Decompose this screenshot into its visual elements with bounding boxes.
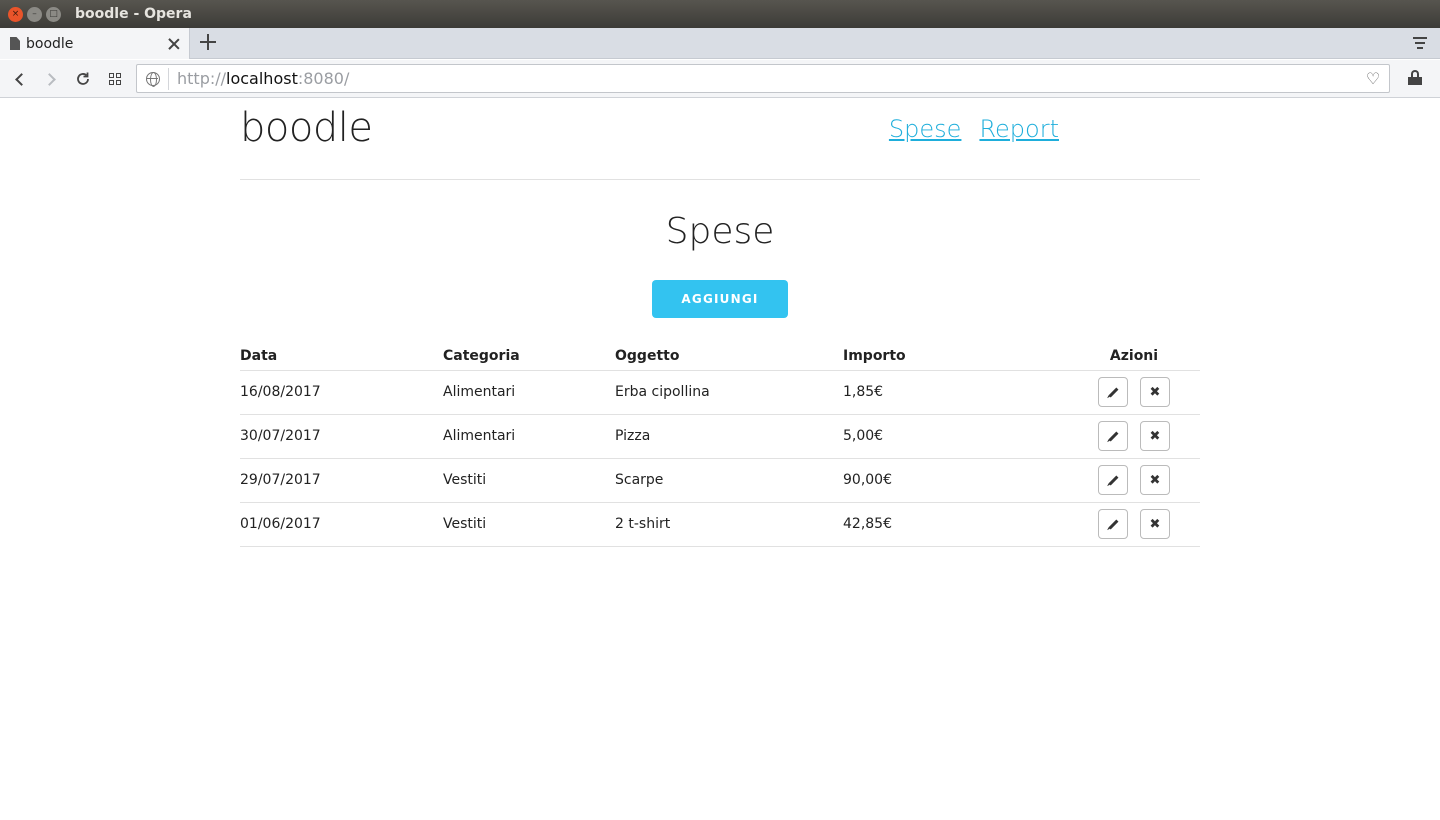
table-row: 01/06/2017 Vestiti 2 t-shirt 42,85€ ✖ [240, 502, 1200, 547]
cell-date: 29/07/2017 [240, 458, 443, 503]
cell-actions: ✖ [1068, 414, 1200, 459]
cell-amount: 1,85€ [843, 370, 1068, 415]
cell-category: Alimentari [443, 414, 615, 459]
column-header-oggetto: Oggetto [615, 342, 843, 371]
table-row: 16/08/2017 Alimentari Erba cipollina 1,8… [240, 370, 1200, 415]
new-tab-icon[interactable] [200, 34, 216, 50]
cell-category: Vestiti [443, 458, 615, 503]
delete-button[interactable]: ✖ [1140, 509, 1170, 539]
minimize-icon: – [32, 8, 37, 19]
edit-button[interactable] [1098, 377, 1128, 407]
tab-close-icon[interactable] [167, 37, 181, 51]
close-icon: × [11, 8, 20, 19]
speed-dial-icon[interactable] [106, 70, 124, 88]
window-controls: × – □ [8, 6, 61, 22]
url-host: localhost [226, 69, 298, 88]
cell-category: Vestiti [443, 502, 615, 547]
document-icon [10, 37, 20, 50]
column-header-azioni: Azioni [1068, 342, 1200, 371]
tab-menu-icon[interactable] [1413, 37, 1427, 49]
url-text[interactable]: http://localhost:8080/ [177, 69, 349, 88]
close-icon: ✖ [1149, 516, 1161, 532]
cell-date: 16/08/2017 [240, 370, 443, 415]
globe-icon [146, 71, 160, 87]
nav-link-report[interactable]: Report [979, 115, 1059, 143]
maximize-icon: □ [49, 8, 58, 19]
cell-amount: 90,00€ [843, 458, 1068, 503]
cell-amount: 42,85€ [843, 502, 1068, 547]
column-header-data: Data [240, 342, 443, 371]
url-port: :8080/ [297, 69, 350, 88]
cell-item: Pizza [615, 414, 843, 459]
page-title: Spese [665, 211, 775, 252]
navigation-bar: http://localhost:8080/ ♡ [0, 60, 1440, 98]
reload-icon[interactable] [74, 70, 92, 88]
cell-item: Scarpe [615, 458, 843, 503]
edit-button[interactable] [1098, 465, 1128, 495]
vpn-lock-icon[interactable] [1408, 70, 1422, 86]
table-header-row: Data Categoria Oggetto Importo Azioni [240, 342, 1200, 371]
brand-logo[interactable]: boodle [240, 105, 373, 151]
close-icon: ✖ [1149, 428, 1161, 444]
window-close-button[interactable]: × [8, 6, 23, 22]
browser-tab[interactable]: boodle [0, 28, 190, 59]
cell-date: 30/07/2017 [240, 414, 443, 459]
delete-button[interactable]: ✖ [1140, 465, 1170, 495]
expenses-table: Data Categoria Oggetto Importo Azioni 16… [240, 342, 1200, 547]
header-divider [240, 179, 1200, 180]
edit-button[interactable] [1098, 509, 1128, 539]
pencil-icon [1108, 519, 1118, 529]
delete-button[interactable]: ✖ [1140, 377, 1170, 407]
window-minimize-button[interactable]: – [27, 6, 42, 22]
cell-item: Erba cipollina [615, 370, 843, 415]
window-maximize-button[interactable]: □ [46, 6, 61, 22]
url-scheme: http:// [177, 69, 227, 88]
add-expense-button[interactable]: AGGIUNGI [652, 280, 788, 318]
cell-date: 01/06/2017 [240, 502, 443, 547]
column-header-categoria: Categoria [443, 342, 615, 371]
pencil-icon [1108, 387, 1118, 397]
forward-icon[interactable] [42, 70, 60, 88]
window-title: boodle - Opera [75, 6, 192, 22]
bookmark-heart-icon[interactable]: ♡ [1365, 71, 1381, 87]
delete-button[interactable]: ✖ [1140, 421, 1170, 451]
cell-actions: ✖ [1068, 458, 1200, 503]
tab-title: boodle [26, 35, 74, 52]
main-nav: Spese Report [889, 115, 1059, 143]
nav-link-spese[interactable]: Spese [889, 115, 962, 143]
cell-amount: 5,00€ [843, 414, 1068, 459]
edit-button[interactable] [1098, 421, 1128, 451]
back-icon[interactable] [10, 70, 28, 88]
pencil-icon [1108, 431, 1118, 441]
pencil-icon [1108, 475, 1118, 485]
cell-actions: ✖ [1068, 370, 1200, 415]
close-icon: ✖ [1149, 472, 1161, 488]
cell-actions: ✖ [1068, 502, 1200, 547]
address-bar[interactable]: http://localhost:8080/ ♡ [136, 64, 1390, 93]
table-row: 30/07/2017 Alimentari Pizza 5,00€ ✖ [240, 414, 1200, 459]
column-header-importo: Importo [843, 342, 1068, 371]
table-row: 29/07/2017 Vestiti Scarpe 90,00€ ✖ [240, 458, 1200, 503]
cell-item: 2 t-shirt [615, 502, 843, 547]
address-separator [168, 67, 169, 90]
window-titlebar: × – □ boodle - Opera [0, 0, 1440, 28]
cell-category: Alimentari [443, 370, 615, 415]
tab-strip: boodle [0, 28, 1440, 59]
close-icon: ✖ [1149, 384, 1161, 400]
